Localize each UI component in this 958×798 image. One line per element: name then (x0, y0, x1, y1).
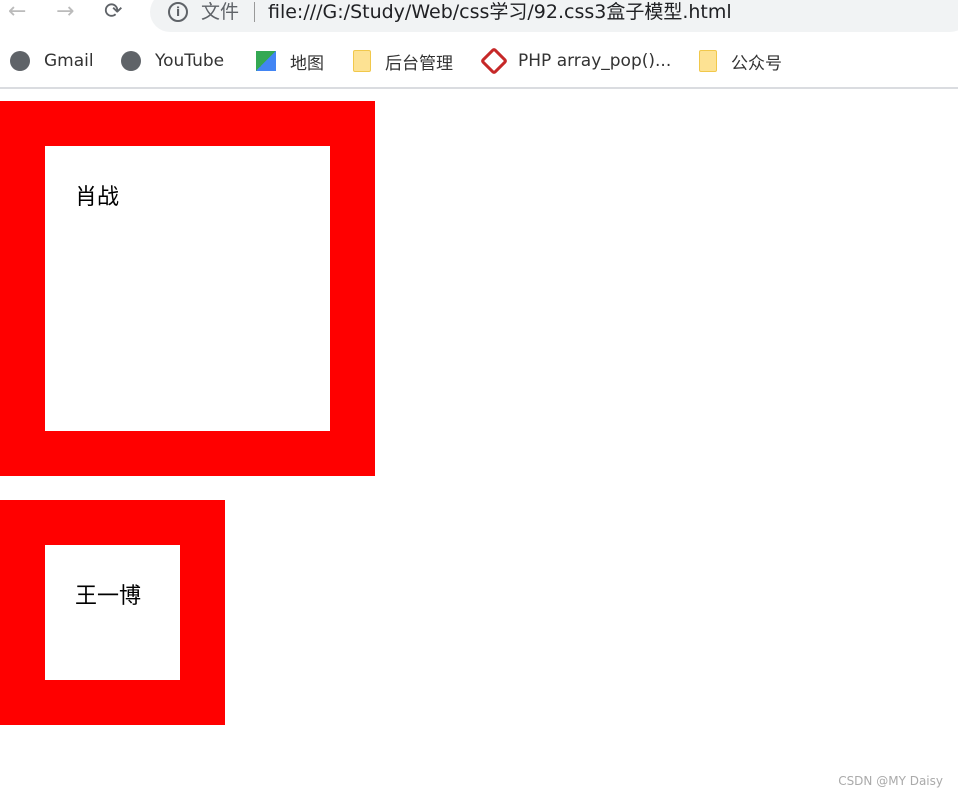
bookmark-label: Gmail (44, 51, 94, 71)
watermark: CSDN @MY Daisy (838, 774, 943, 788)
divider (0, 87, 958, 89)
back-button[interactable]: ← (8, 0, 26, 24)
url-text[interactable]: file:///G:/Study/Web/css学习/92.css3盒子模型.h… (268, 0, 732, 24)
box-content: 王一博 (45, 545, 180, 680)
browser-toolbar: ← → ⟳ i 文件 file:///G:/Study/Web/css学习/92… (0, 0, 958, 40)
maps-icon (256, 51, 276, 71)
globe-icon (10, 51, 30, 71)
info-icon[interactable]: i (168, 2, 188, 22)
folder-icon (353, 50, 371, 72)
bookmark-maps[interactable]: 地图 (256, 48, 324, 74)
folder-icon (699, 50, 717, 72)
bookmark-wechat[interactable]: 公众号 (699, 48, 782, 74)
reload-button[interactable]: ⟳ (104, 0, 122, 24)
divider (254, 2, 255, 22)
security-label: 文件 (201, 1, 240, 23)
bookmark-php[interactable]: PHP array_pop()... (479, 46, 672, 76)
box-text: 王一博 (75, 584, 142, 609)
bookmark-admin[interactable]: 后台管理 (353, 48, 453, 74)
bookmark-gmail[interactable]: Gmail (10, 48, 94, 74)
bookmark-youtube[interactable]: YouTube (121, 48, 224, 74)
box-xiaozhan: 肖战 (0, 101, 375, 476)
bookmark-label: 地图 (290, 53, 324, 74)
bookmark-label: 公众号 (731, 53, 782, 74)
globe-icon (121, 51, 141, 71)
forward-button[interactable]: → (56, 0, 74, 24)
box-text: 肖战 (75, 185, 120, 210)
bookmark-label: YouTube (155, 51, 225, 71)
box-content: 肖战 (45, 146, 330, 431)
bookmark-label: PHP array_pop()... (518, 51, 672, 71)
bookmark-label: 后台管理 (385, 53, 453, 74)
php-site-icon (479, 46, 509, 76)
box-wangyibo: 王一博 (0, 500, 225, 725)
